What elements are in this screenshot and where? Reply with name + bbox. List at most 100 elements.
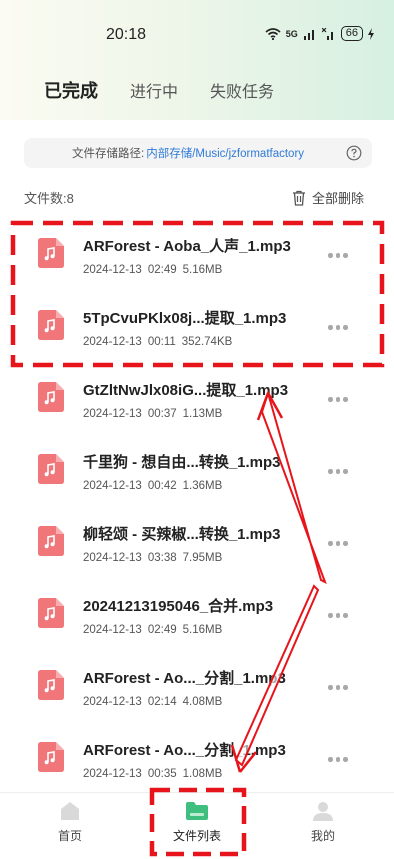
file-meta: 2024-12-13 00:42 1.36MB [83,480,228,492]
storage-path-link[interactable]: 内部存储/Music/jzformatfactory [146,145,304,161]
trash-icon [292,190,305,206]
file-name: 5TpCvuPKlx08j...提取_1.mp3 [83,310,287,327]
file-size: 5.16MB [182,624,223,636]
charging-icon [368,27,374,40]
status-bar: 20:18 5G 66 [0,0,394,64]
network-label: 5G [285,28,298,39]
tab-completed-label: 已完成 [44,81,98,101]
file-name: GtZltNwJlx08iG...提取_1.mp3 [83,382,289,399]
audio-file-icon [38,454,64,484]
file-size: 7.95MB [182,552,223,564]
file-size: 352.74KB [181,336,233,348]
more-options-icon[interactable] [328,469,348,474]
audio-file-icon [38,742,64,772]
bottom-nav: 首页 文件列表 我的 [0,792,394,859]
file-name: 20241213195046_合并.mp3 [83,598,274,615]
more-options-icon[interactable] [328,613,348,618]
more-options-icon[interactable] [328,757,348,762]
file-list-item[interactable]: 柳轻颂 - 买辣椒...转换_1.mp3 2024-12-13 03:38 7.95M… [0,501,394,573]
file-time: 00:42 [147,480,177,492]
file-list-item[interactable]: GtZltNwJlx08iG...提取_1.mp3 2024-12-13 00:37… [0,357,394,429]
audio-file-icon [38,598,64,628]
nav-file-list[interactable]: 文件列表 [157,801,237,844]
audio-file-icon [38,310,64,340]
file-time: 02:49 [147,264,177,276]
file-size: 4.08MB [182,696,223,708]
file-time: 03:38 [147,552,177,564]
file-meta: 2024-12-13 00:37 1.13MB [83,408,228,420]
more-options-icon[interactable] [328,397,348,402]
more-options-icon[interactable] [328,325,348,330]
more-options-icon[interactable] [328,253,348,258]
tab-in-progress-label: 进行中 [130,84,179,101]
help-icon[interactable] [346,145,362,161]
file-size: 1.36MB [182,480,223,492]
folder-icon [186,802,208,820]
more-options-icon[interactable] [328,685,348,690]
file-list-item[interactable]: 20241213195046_合并.mp3 2024-12-13 02:49 5.16… [0,573,394,645]
wifi-icon [265,27,281,40]
file-date: 2024-12-13 [83,408,142,420]
audio-file-icon [38,526,64,556]
file-time: 00:11 [147,336,176,348]
file-date: 2024-12-13 [83,552,142,564]
file-size: 1.08MB [182,768,223,780]
file-list-item[interactable]: ARForest - Ao..._分割_1.mp3 2024-12-13 02:14… [0,645,394,717]
tab-failed[interactable]: 失败任务 [210,78,274,102]
battery-indicator: 66 [340,26,363,41]
storage-path-label: 文件存储路径: [72,148,145,160]
more-options-icon[interactable] [328,541,348,546]
file-time: 00:35 [147,768,177,780]
file-date: 2024-12-13 [83,336,142,348]
file-name: ARForest - Aoba_人声_1.mp3 [83,238,291,255]
task-tabs: 已完成 进行中 失败任务 [44,77,306,103]
file-count-label: 文件数: [24,191,67,206]
file-list-item[interactable]: ARForest - Aoba_人声_1.mp3 2024-12-13 02:49 5… [0,213,394,285]
file-time: 02:49 [147,624,177,636]
nav-home[interactable]: 首页 [30,801,110,844]
user-icon [313,802,333,821]
file-name: 千里狗 - 想自由...转换_1.mp3 [83,454,281,471]
home-icon [61,802,79,820]
tab-in-progress[interactable]: 进行中 [130,78,178,102]
file-size: 5.16MB [182,264,223,276]
signal-off-icon [321,27,333,40]
delete-all-label: 全部删除 [311,191,364,206]
file-meta: 2024-12-13 02:49 5.16MB [83,624,228,636]
file-meta: 2024-12-13 00:11 352.74KB [83,336,238,348]
file-date: 2024-12-13 [83,768,142,780]
delete-all-button[interactable]: 全部删除 [292,188,364,207]
audio-file-icon [38,670,64,700]
file-list-item[interactable]: 千里狗 - 想自由...转换_1.mp3 2024-12-13 00:42 1.36M… [0,429,394,501]
file-name: ARForest - Ao..._分割_1.mp3 [83,742,286,759]
file-size: 1.13MB [182,408,223,420]
file-date: 2024-12-13 [83,696,142,708]
tab-completed[interactable]: 已完成 [44,77,98,103]
status-icons: 5G 66 [265,26,374,41]
file-list: ARForest - Aoba_人声_1.mp3 2024-12-13 02:49 5… [0,213,394,789]
file-meta: 2024-12-13 02:49 5.16MB [83,264,228,276]
audio-file-icon [38,382,64,412]
nav-profile-label: 我的 [310,829,335,843]
status-time: 20:18 [106,26,147,43]
file-count-value: 8 [66,191,74,206]
file-time: 00:37 [147,408,177,420]
signal-icon [303,29,314,40]
nav-file-list-label: 文件列表 [172,829,221,843]
file-date: 2024-12-13 [83,264,142,276]
file-meta: 2024-12-13 02:14 4.08MB [83,696,228,708]
file-count-row: 文件数:8 全部删除 [24,188,364,208]
audio-file-icon [38,238,64,268]
file-date: 2024-12-13 [83,624,142,636]
file-name: ARForest - Ao..._分割_1.mp3 [83,670,286,687]
nav-profile[interactable]: 我的 [283,801,363,844]
tab-failed-label: 失败任务 [210,84,275,101]
file-meta: 2024-12-13 00:35 1.08MB [83,768,228,780]
file-name: 柳轻颂 - 买辣椒...转换_1.mp3 [83,526,281,543]
storage-path-bar: 文件存储路径: 内部存储/Music/jzformatfactory [24,138,372,168]
file-list-item[interactable]: 5TpCvuPKlx08j...提取_1.mp3 2024-12-13 00:11 3… [0,285,394,357]
file-list-item[interactable]: ARForest - Ao..._分割_1.mp3 2024-12-13 00:35… [0,717,394,789]
file-time: 02:14 [147,696,177,708]
file-date: 2024-12-13 [83,480,142,492]
nav-home-label: 首页 [57,829,82,843]
